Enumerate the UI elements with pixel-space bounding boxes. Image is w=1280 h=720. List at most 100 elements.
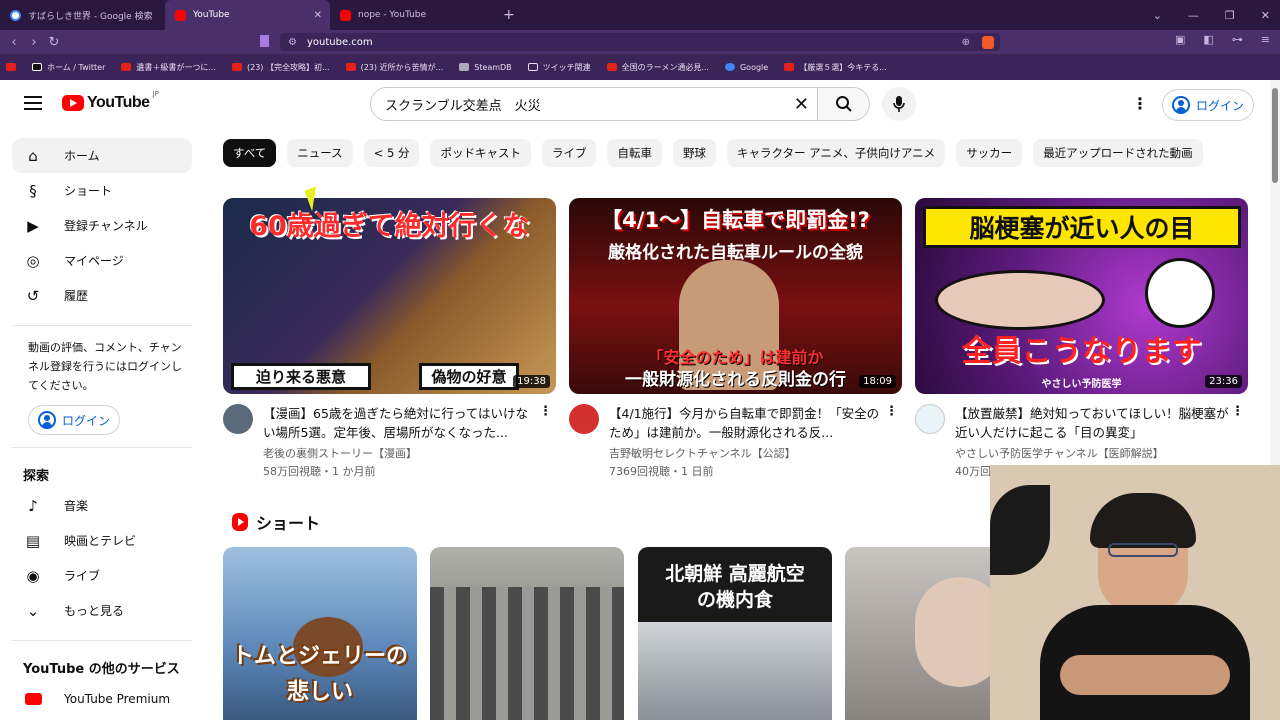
bookmark-item[interactable]: ホーム / Twitter xyxy=(32,62,105,73)
bookmark-item[interactable]: SteamDB xyxy=(459,63,512,72)
short-caption: トムとジェリーの悲しい xyxy=(231,644,408,705)
user-icon: ◎ xyxy=(26,251,40,270)
channel-name[interactable]: やさしい予防医学チャンネル【医師解説】 xyxy=(955,445,1230,461)
video-thumbnail[interactable]: 【4/1〜】自転車で即罰金!? 厳格化された自転車ルールの全貌 「安全のため」は… xyxy=(569,198,902,394)
new-tab-icon[interactable]: + xyxy=(503,7,515,23)
youtube-logo[interactable]: YouTube JP xyxy=(62,90,159,112)
menu-icon[interactable] xyxy=(24,96,42,110)
bookmark-folder[interactable]: ツイッチ関連 xyxy=(527,62,591,73)
filter-chips: すべて ニュース < 5 分 ポッドキャスト ライブ 自転車 野球 キャラクター… xyxy=(223,139,1203,167)
bookmark-item[interactable]: 全国のラーメン通必見... xyxy=(606,62,709,73)
video-menu-icon[interactable]: ⋮ xyxy=(1231,404,1244,419)
sidebar-item-home[interactable]: ⌂ ホーム xyxy=(12,138,192,173)
chip-news[interactable]: ニュース xyxy=(287,139,353,167)
short-card[interactable] xyxy=(430,547,624,720)
bookmark-item[interactable]: (23) 近所から苦情が... xyxy=(345,62,443,73)
sidebar-item-music[interactable]: ♪ 音楽 xyxy=(12,488,192,523)
video-title[interactable]: 【4/1施行】今月から自転車で即罰金！「安全のため」は建前か。一般財源化される反… xyxy=(609,404,884,442)
brave-shield-icon[interactable] xyxy=(982,35,994,49)
video-menu-icon[interactable]: ⋮ xyxy=(885,404,898,419)
channel-avatar[interactable] xyxy=(569,404,599,434)
maximize-icon[interactable]: ❐ xyxy=(1225,9,1235,22)
chip-live[interactable]: ライブ xyxy=(541,139,597,167)
explore-heading: 探索 xyxy=(23,468,50,484)
shorts-icon xyxy=(232,513,248,531)
short-card[interactable]: 北朝鮮 高麗航空の機内食 xyxy=(638,547,832,720)
youtube-icon xyxy=(175,9,186,21)
tab-title: すばらしき世界 - Google 検索 xyxy=(28,11,153,22)
bookmark-item[interactable]: (23) 【完全攻略】初... xyxy=(232,62,330,73)
vr-icon[interactable]: ⊶ xyxy=(1232,33,1243,46)
youtube-icon xyxy=(232,63,242,71)
steam-icon xyxy=(459,63,470,71)
sidebar-item-subscriptions[interactable]: ▶ 登録チャンネル xyxy=(12,208,192,243)
logo-text: YouTube xyxy=(87,94,150,111)
short-card[interactable]: トムとジェリーの悲しい xyxy=(223,547,417,720)
sidebar-item-movies[interactable]: ▤ 映画とテレビ xyxy=(12,523,192,558)
zoom-icon[interactable]: ⊕ xyxy=(962,37,970,48)
video-title[interactable]: 【放置厳禁】絶対知っておいてほしい！脳梗塞が近い人だけに起こる「目の異変」 xyxy=(955,404,1230,442)
bookmark-icon[interactable] xyxy=(260,35,269,47)
login-button[interactable]: ログイン xyxy=(1162,89,1254,121)
extensions-icon[interactable]: ▣ xyxy=(1175,33,1185,46)
tab-nope-youtube[interactable]: nope - YouTube xyxy=(330,0,495,30)
bookmarks-bar: ホーム / Twitter 遺書＋級書が一つに... (23) 【完全攻略】初.… xyxy=(0,54,1280,80)
close-window-icon[interactable]: ✕ xyxy=(1261,9,1270,22)
back-icon[interactable]: ‹ xyxy=(4,35,24,50)
sidebar-login-button[interactable]: ログイン xyxy=(28,405,120,435)
channel-avatar[interactable] xyxy=(223,404,253,434)
chip-anime[interactable]: キャラクター アニメ、子供向けアニメ xyxy=(726,139,946,167)
forward-icon[interactable]: › xyxy=(24,35,44,50)
sidebar-item-live[interactable]: ◉ ライブ xyxy=(12,558,192,593)
lamp-shade xyxy=(990,485,1050,575)
sidebar-icon[interactable]: ◧ xyxy=(1203,33,1213,46)
menu-icon[interactable]: ≡ xyxy=(1261,33,1270,46)
sidebar-item-shorts[interactable]: § ショート xyxy=(12,173,192,208)
url-field[interactable]: ⚙ youtube.com ⊕ xyxy=(280,33,1000,51)
search-button[interactable] xyxy=(818,87,870,121)
chip-baseball[interactable]: 野球 xyxy=(672,139,716,167)
video-thumbnail[interactable]: 60歳過ぎて絶対行くな 迫り来る悪意 偽物の好意 19:38 xyxy=(223,198,556,394)
tab-youtube[interactable]: YouTube ✕ xyxy=(165,0,330,30)
bookmark-item[interactable]: 遺書＋級書が一つに... xyxy=(121,62,216,73)
video-card[interactable]: 【4/1〜】自転車で即罰金!? 厳格化された自転車ルールの全貌 「安全のため」は… xyxy=(569,198,902,479)
video-card[interactable]: 脳梗塞が近い人の目 全員こうなります やさしい予防医学 23:36 【放置厳禁】… xyxy=(915,198,1248,479)
sidebar-item-youtube-premium[interactable]: YouTube Premium xyxy=(12,681,192,716)
clear-search-icon[interactable]: ✕ xyxy=(794,94,809,115)
video-thumbnail[interactable]: 脳梗塞が近い人の目 全員こうなります やさしい予防医学 23:36 xyxy=(915,198,1248,394)
microphone-icon xyxy=(893,96,905,112)
reload-icon[interactable]: ↻ xyxy=(44,35,64,50)
bookmark-item[interactable]: 【厳選５選】今キテる... xyxy=(784,62,887,73)
chip-bicycle[interactable]: 自転車 xyxy=(607,139,662,167)
video-title[interactable]: 【漫画】65歳を過ぎたら絶対に行ってはいけない場所5選。定年後、居場所がなくなっ… xyxy=(263,404,538,442)
site-info-icon[interactable]: ⚙ xyxy=(288,37,297,48)
voice-search-button[interactable] xyxy=(882,87,916,121)
bookmark-item[interactable]: Google xyxy=(724,63,768,72)
sidebar-item-show-more[interactable]: ⌄ もっと見る xyxy=(12,593,192,628)
channel-name[interactable]: 吉野敏明セレクトチャンネル【公認】 xyxy=(609,445,884,461)
video-card[interactable]: 60歳過ぎて絶対行くな 迫り来る悪意 偽物の好意 19:38 【漫画】65歳を過… xyxy=(223,198,556,479)
chip-podcast[interactable]: ポッドキャスト xyxy=(430,139,531,167)
crowd-scene xyxy=(430,587,624,720)
sidebar: ⌂ ホーム § ショート ▶ 登録チャンネル ◎ マイページ ↺ 履歴 動画の評… xyxy=(12,138,192,716)
person-hair xyxy=(1090,493,1196,548)
more-options-icon[interactable]: ⋮ xyxy=(1132,96,1148,112)
url-text: youtube.com xyxy=(306,36,373,48)
tab-google-search[interactable]: すばらしき世界 - Google 検索 xyxy=(0,0,165,30)
channel-name[interactable]: 老後の裏側ストーリー【漫画】 xyxy=(263,445,538,461)
chip-recent[interactable]: 最近アップロードされた動画 xyxy=(1033,139,1203,167)
close-tab-icon[interactable]: ✕ xyxy=(314,10,322,21)
chip-short-duration[interactable]: < 5 分 xyxy=(363,139,420,167)
channel-avatar[interactable] xyxy=(915,404,945,434)
shorts-heading: ショート xyxy=(232,510,320,534)
minimize-icon[interactable]: — xyxy=(1188,9,1199,22)
chip-all[interactable]: すべて xyxy=(223,139,277,167)
chip-soccer[interactable]: サッカー xyxy=(956,139,1023,167)
scrollbar-thumb[interactable] xyxy=(1272,88,1278,183)
dropdown-icon[interactable]: ⌄ xyxy=(1153,9,1162,22)
bookmark-item[interactable] xyxy=(6,63,16,71)
search-input[interactable]: スクランブル交差点 火災 ✕ xyxy=(370,87,818,121)
sidebar-item-mypage[interactable]: ◎ マイページ xyxy=(12,243,192,278)
video-menu-icon[interactable]: ⋮ xyxy=(539,404,552,419)
sidebar-item-history[interactable]: ↺ 履歴 xyxy=(12,278,192,313)
